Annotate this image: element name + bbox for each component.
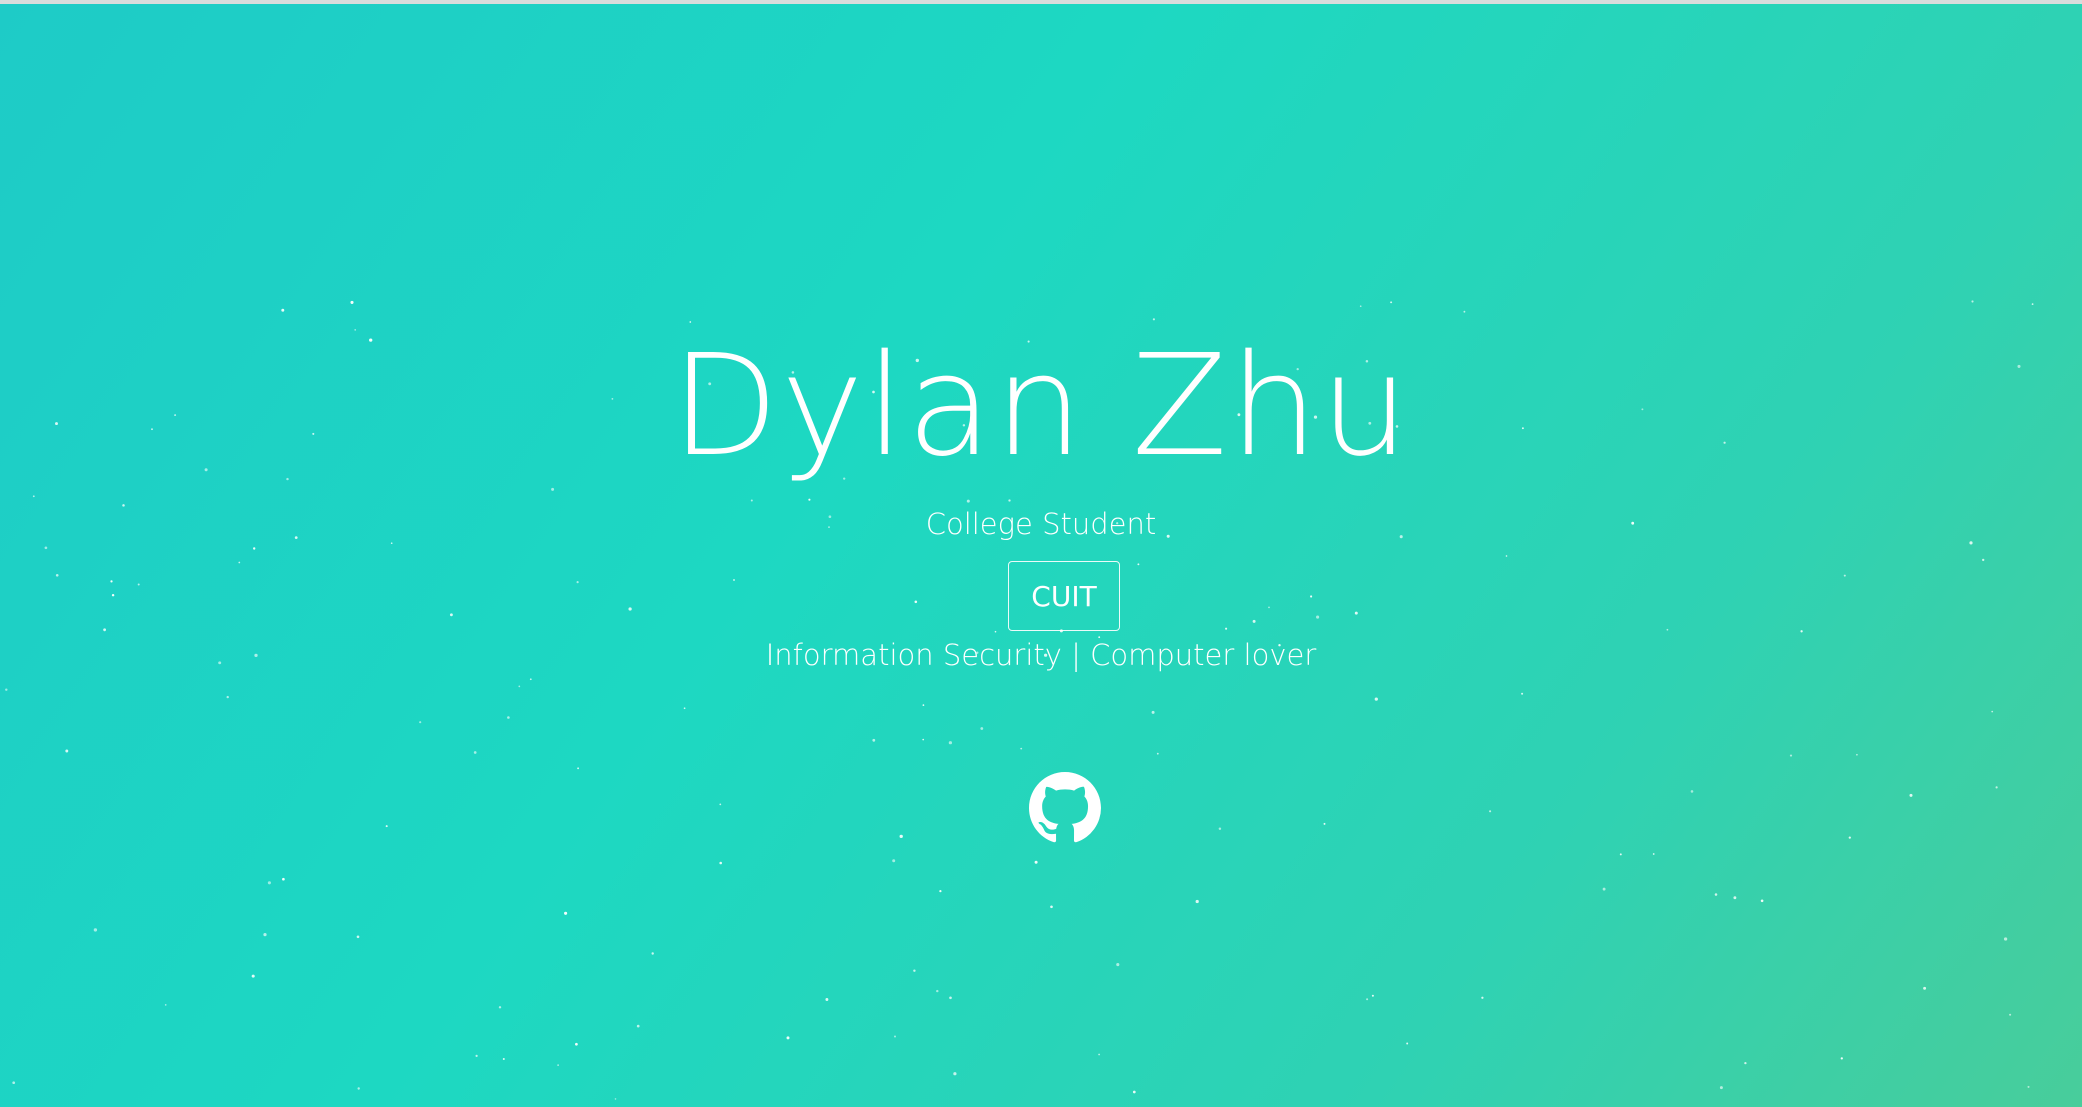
github-icon xyxy=(1029,772,1101,843)
cuit-button[interactable]: CUIT xyxy=(1008,561,1120,631)
github-link[interactable] xyxy=(1029,772,1101,844)
page-title: Dylan Zhu xyxy=(671,325,1411,488)
interests-text: Information Security | Computer lover xyxy=(765,638,1317,672)
subtitle-text: College Student xyxy=(925,507,1157,541)
hero-section: Dylan Zhu College Student CUIT Informati… xyxy=(0,0,2082,1107)
